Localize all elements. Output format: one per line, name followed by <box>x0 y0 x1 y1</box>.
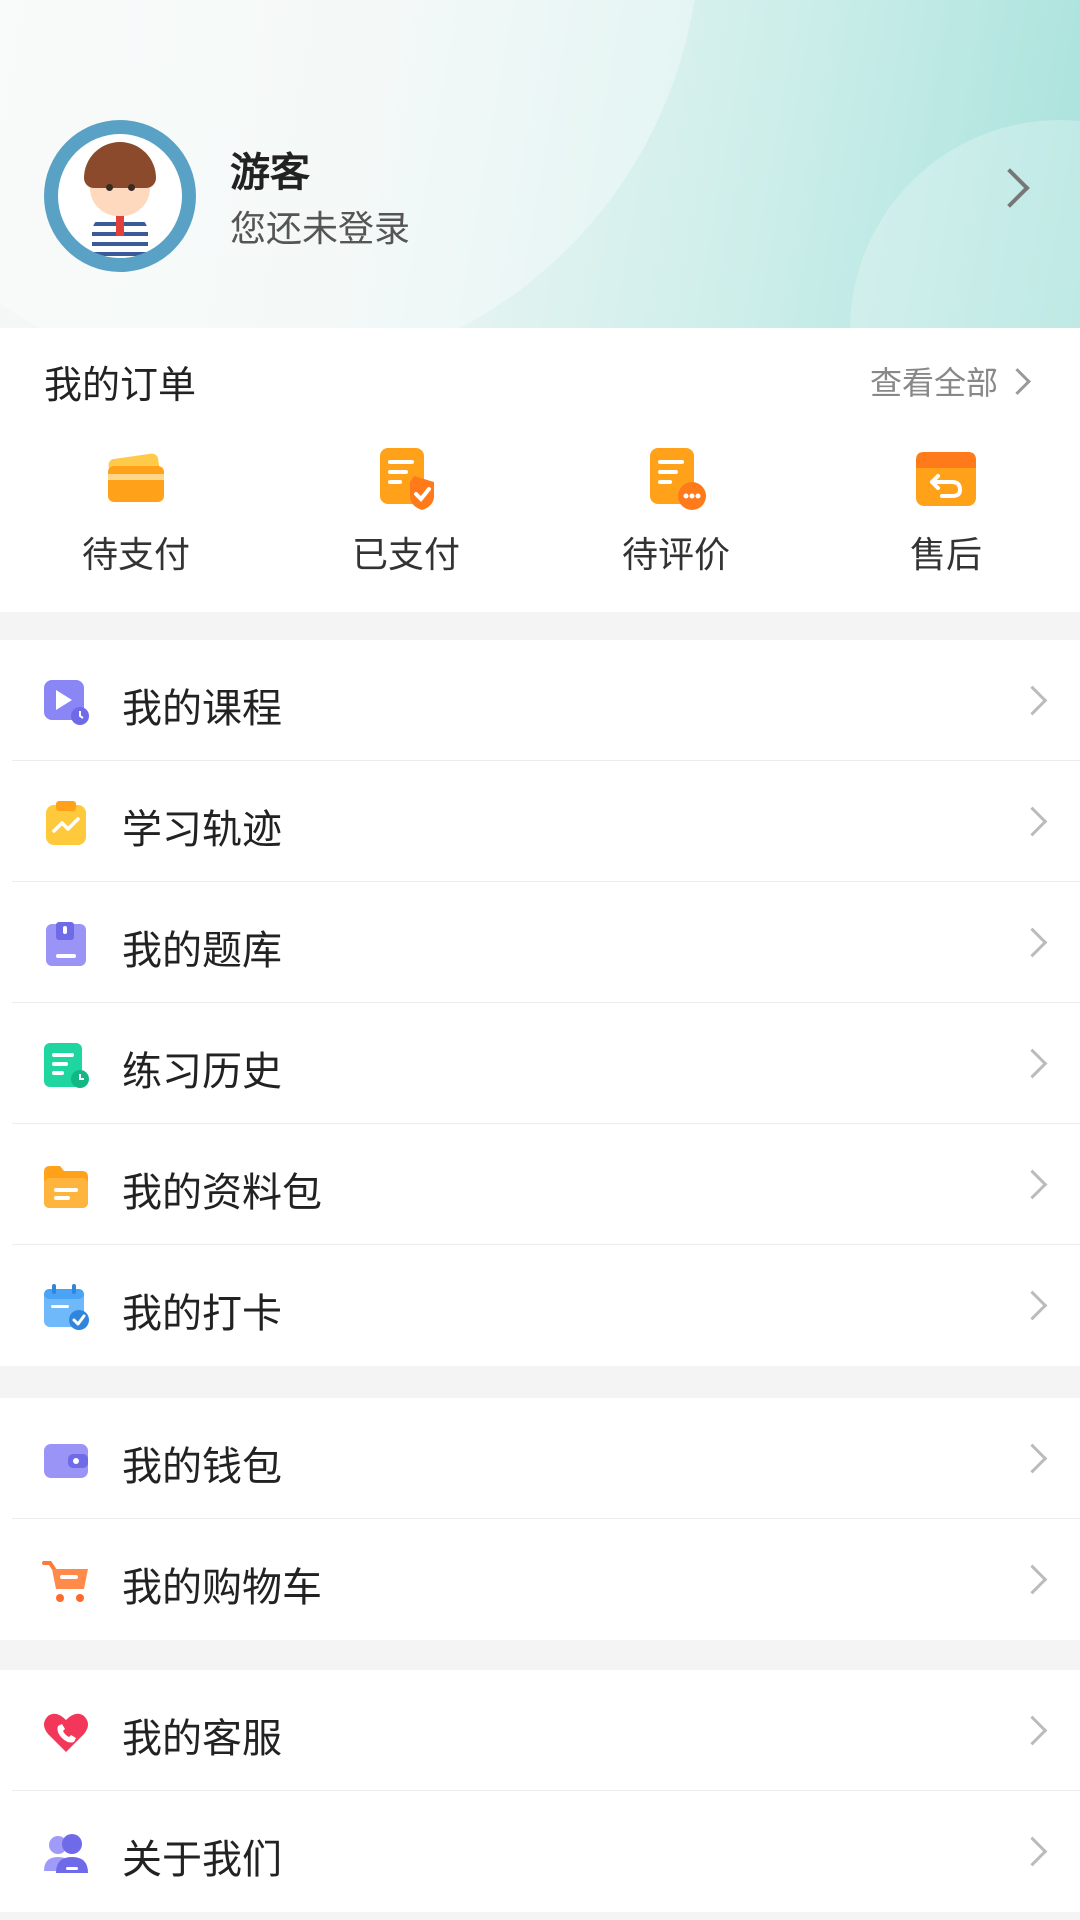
menu-item-label: 我的题库 <box>122 928 282 974</box>
menu-item-learning-track[interactable]: 学习轨迹 <box>0 761 1080 882</box>
learning-section: 我的课程 学习轨迹 我的题库 练习历史 我的资料包 我的打卡 <box>0 640 1080 1366</box>
login-status: 您还未登录 <box>230 209 411 250</box>
my-orders-section: 我的订单 查看全部 待支付 已支付 待评价 售后 <box>0 328 1080 612</box>
order-after-sales[interactable]: 售后 <box>866 446 1026 578</box>
menu-item-label: 我的课程 <box>122 686 282 732</box>
order-label: 待评价 <box>621 535 730 576</box>
course-play-icon <box>42 678 90 726</box>
card-icon <box>104 446 168 510</box>
practice-doc-icon <box>42 1041 90 1089</box>
chevron-right-icon <box>1017 1048 1048 1079</box>
order-pending-payment[interactable]: 待支付 <box>56 446 216 578</box>
menu-item-resource-pack[interactable]: 我的资料包 <box>0 1124 1080 1245</box>
order-label: 待支付 <box>81 535 190 576</box>
users-icon <box>42 1829 90 1877</box>
paid-doc-icon <box>374 446 438 510</box>
menu-item-label: 学习轨迹 <box>122 807 282 853</box>
menu-item-cart[interactable]: 我的购物车 <box>0 1519 1080 1640</box>
order-label: 售后 <box>909 535 982 576</box>
chevron-right-icon <box>1017 1443 1048 1474</box>
chevron-right-icon <box>1017 1564 1048 1595</box>
shopping-section: 我的钱包 我的购物车 <box>0 1398 1080 1640</box>
menu-item-label: 我的客服 <box>122 1716 282 1762</box>
menu-item-check-in[interactable]: 我的打卡 <box>0 1245 1080 1366</box>
heart-phone-icon <box>42 1708 90 1756</box>
chevron-right-icon <box>1017 1715 1048 1746</box>
menu-item-about-us[interactable]: 关于我们 <box>0 1791 1080 1912</box>
chevron-right-icon <box>1017 1836 1048 1867</box>
menu-item-my-courses[interactable]: 我的课程 <box>0 640 1080 761</box>
menu-item-practice-history[interactable]: 练习历史 <box>0 1003 1080 1124</box>
chevron-right-icon[interactable] <box>1004 368 1031 395</box>
calendar-check-icon <box>42 1283 90 1331</box>
chevron-right-icon <box>1017 806 1048 837</box>
order-paid[interactable]: 已支付 <box>326 446 486 578</box>
avatar[interactable] <box>44 120 196 272</box>
chevron-right-icon <box>1017 927 1048 958</box>
cart-icon <box>42 1557 90 1605</box>
chevron-right-icon <box>1017 685 1048 716</box>
header-decor-circle <box>850 120 1080 328</box>
user-name: 游客 <box>230 150 310 196</box>
avatar-image <box>58 134 182 258</box>
order-label: 已支付 <box>351 535 460 576</box>
menu-item-label: 练习历史 <box>122 1049 282 1095</box>
menu-item-wallet[interactable]: 我的钱包 <box>0 1398 1080 1519</box>
order-pending-review[interactable]: 待评价 <box>596 446 756 578</box>
clipboard-chart-icon <box>42 799 90 847</box>
orders-title: 我的订单 <box>44 363 197 407</box>
return-box-icon <box>914 446 978 510</box>
chevron-right-icon <box>1017 1290 1048 1321</box>
profile-header[interactable]: 游客 您还未登录 <box>0 0 1080 328</box>
folder-icon <box>42 1162 90 1210</box>
menu-item-customer-service[interactable]: 我的客服 <box>0 1670 1080 1791</box>
chevron-right-icon <box>1017 1169 1048 1200</box>
menu-item-label: 我的钱包 <box>122 1444 282 1490</box>
question-bank-icon <box>42 920 90 968</box>
menu-item-label: 我的购物车 <box>122 1565 322 1611</box>
view-all-orders-link[interactable]: 查看全部 <box>870 358 998 404</box>
menu-item-label: 我的资料包 <box>122 1170 322 1216</box>
menu-item-label: 我的打卡 <box>122 1291 282 1337</box>
menu-item-question-bank[interactable]: 我的题库 <box>0 882 1080 1003</box>
wallet-icon <box>42 1436 90 1484</box>
menu-item-label: 关于我们 <box>122 1837 282 1883</box>
review-doc-icon <box>644 446 708 510</box>
support-section: 我的客服 关于我们 <box>0 1670 1080 1912</box>
